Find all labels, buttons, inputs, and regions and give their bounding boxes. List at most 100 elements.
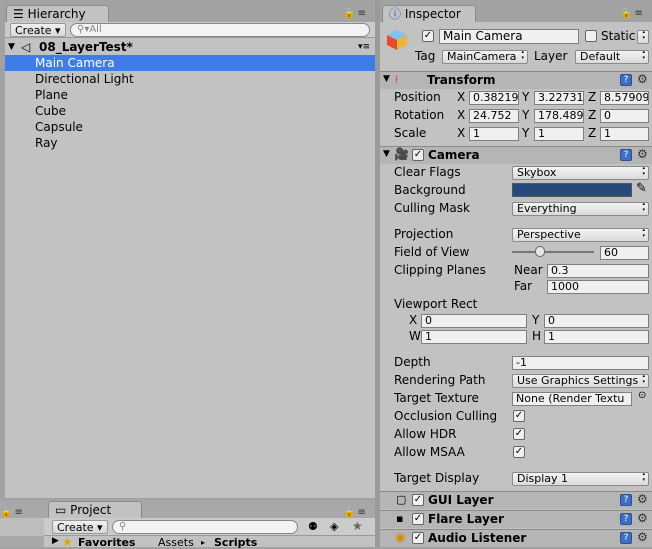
scale-z-field[interactable]: 1 bbox=[600, 127, 649, 141]
layer-dropdown[interactable]: Default bbox=[575, 50, 649, 64]
gameobject-cube-icon[interactable] bbox=[385, 28, 409, 52]
flare-layer-header[interactable]: ▪ ✓ Flare Layer ? ⚙ bbox=[380, 510, 652, 528]
scale-y-label[interactable]: Y bbox=[522, 125, 529, 141]
rotation-z-label[interactable]: Z bbox=[588, 107, 596, 123]
position-z-field[interactable]: 8.57909 bbox=[600, 91, 649, 105]
projection-dropdown[interactable]: Perspective bbox=[512, 228, 649, 242]
hierarchy-item-cube[interactable]: Cube bbox=[5, 103, 66, 119]
hierarchy-item-plane[interactable]: Plane bbox=[5, 87, 68, 103]
triangle-down-icon[interactable]: ▼ bbox=[8, 39, 15, 55]
near-label[interactable]: Near bbox=[514, 262, 543, 278]
audio-listener-header[interactable]: ◉ ✓ Audio Listener ? ⚙ bbox=[380, 529, 652, 547]
target-display-dropdown[interactable]: Display 1 bbox=[512, 472, 649, 486]
viewport-h-label[interactable]: H bbox=[532, 328, 541, 344]
far-label[interactable]: Far bbox=[514, 278, 532, 294]
background-color-field[interactable] bbox=[512, 183, 632, 197]
inspector-lock-menu-icon[interactable]: 🔒≡ bbox=[620, 8, 645, 19]
camera-header[interactable]: ▼ 🎥 ✓ Camera ? ⚙ bbox=[380, 146, 652, 164]
hierarchy-item-ray[interactable]: Ray bbox=[5, 135, 58, 151]
gameobject-name-input[interactable]: Main Camera bbox=[439, 29, 579, 44]
position-x-label[interactable]: X bbox=[457, 89, 465, 105]
viewport-y-field[interactable]: 0 bbox=[544, 314, 649, 328]
tab-hierarchy[interactable]: ☰ Hierarchy bbox=[6, 5, 109, 23]
help-icon[interactable]: ? bbox=[620, 513, 632, 525]
favorites-label[interactable]: Favorites bbox=[78, 536, 135, 549]
help-icon[interactable]: ? bbox=[620, 494, 632, 506]
audio-listener-checkbox[interactable]: ✓ bbox=[412, 532, 424, 544]
breadcrumb-assets[interactable]: Assets bbox=[158, 536, 194, 549]
hierarchy-item-capsule[interactable]: Capsule bbox=[5, 119, 83, 135]
project-search-input[interactable]: ⚲ bbox=[112, 520, 298, 534]
viewport-x-label[interactable]: X bbox=[409, 312, 417, 328]
viewport-x-field[interactable]: 0 bbox=[421, 314, 527, 328]
gui-layer-checkbox[interactable]: ✓ bbox=[412, 494, 424, 506]
transform-header[interactable]: ▼ ⟊ Transform ? ⚙ bbox=[380, 71, 652, 89]
rotation-y-field[interactable]: 178.489 bbox=[534, 109, 584, 123]
object-picker-icon[interactable]: ⊙ bbox=[638, 390, 646, 401]
culling-mask-dropdown[interactable]: Everything bbox=[512, 202, 649, 216]
triangle-right-icon[interactable]: ▶ bbox=[52, 536, 59, 546]
hierarchy-create-button[interactable]: Create ▾ bbox=[10, 23, 66, 37]
rotation-x-field[interactable]: 24.752 bbox=[469, 109, 519, 123]
scale-y-field[interactable]: 1 bbox=[534, 127, 584, 141]
fov-slider-track[interactable] bbox=[512, 251, 594, 253]
help-icon[interactable]: ? bbox=[620, 149, 632, 161]
rotation-y-label[interactable]: Y bbox=[522, 107, 529, 123]
project-create-button[interactable]: Create ▾ bbox=[52, 520, 108, 534]
allow-hdr-checkbox[interactable]: ✓ bbox=[513, 428, 525, 440]
camera-enabled-checkbox[interactable]: ✓ bbox=[412, 149, 424, 161]
hierarchy-item-directional-light[interactable]: Directional Light bbox=[5, 71, 134, 87]
position-y-label[interactable]: Y bbox=[522, 89, 529, 105]
tab-project[interactable]: ▭ Project bbox=[48, 501, 142, 519]
fov-field[interactable]: 60 bbox=[600, 246, 649, 260]
triangle-down-icon[interactable]: ▼ bbox=[383, 74, 390, 84]
favorites-star-icon[interactable]: ★ bbox=[352, 519, 363, 533]
tag-dropdown[interactable]: MainCamera bbox=[442, 50, 528, 64]
rendering-path-dropdown[interactable]: Use Graphics Settings bbox=[512, 374, 649, 388]
eyedropper-icon[interactable]: ✎ bbox=[636, 181, 647, 196]
scale-x-field[interactable]: 1 bbox=[469, 127, 519, 141]
filter-by-type-icon[interactable]: ⚉ bbox=[308, 520, 318, 533]
gear-icon[interactable]: ⚙ bbox=[637, 492, 648, 506]
breadcrumb-scripts[interactable]: Scripts bbox=[214, 536, 257, 549]
static-checkbox[interactable] bbox=[585, 30, 597, 42]
rotation-z-field[interactable]: 0 bbox=[600, 109, 649, 123]
panel-lock-menu-icon[interactable]: 🔒≡ bbox=[343, 8, 368, 19]
gear-icon[interactable]: ⚙ bbox=[637, 147, 648, 161]
gameobject-active-checkbox[interactable]: ✓ bbox=[422, 30, 434, 42]
scene-row[interactable]: ▼ ◁ 08_LayerTest* ▾≡ bbox=[5, 39, 375, 55]
scale-z-label[interactable]: Z bbox=[588, 125, 596, 141]
viewport-y-label[interactable]: Y bbox=[532, 312, 539, 328]
viewport-w-label[interactable]: W bbox=[409, 328, 421, 344]
filter-by-label-icon[interactable]: ◈ bbox=[330, 520, 338, 533]
triangle-down-icon[interactable]: ▼ bbox=[383, 149, 390, 159]
position-y-field[interactable]: 3.22731 bbox=[534, 91, 584, 105]
occlusion-culling-checkbox[interactable]: ✓ bbox=[513, 410, 525, 422]
static-dropdown[interactable] bbox=[637, 30, 649, 44]
allow-msaa-checkbox[interactable]: ✓ bbox=[513, 446, 525, 458]
near-field[interactable]: 0.3 bbox=[547, 264, 649, 278]
rotation-x-label[interactable]: X bbox=[457, 107, 465, 123]
far-field[interactable]: 1000 bbox=[547, 280, 649, 294]
gear-icon[interactable]: ⚙ bbox=[637, 530, 648, 544]
help-icon[interactable]: ? bbox=[620, 74, 632, 86]
gear-icon[interactable]: ⚙ bbox=[637, 72, 648, 86]
viewport-w-field[interactable]: 1 bbox=[421, 330, 527, 344]
target-texture-field[interactable]: None (Render Textu bbox=[512, 392, 632, 406]
flare-layer-checkbox[interactable]: ✓ bbox=[412, 513, 424, 525]
depth-field[interactable]: -1 bbox=[512, 356, 649, 370]
hierarchy-item-main-camera[interactable]: Main Camera bbox=[5, 55, 375, 71]
fov-slider-thumb[interactable] bbox=[534, 246, 545, 257]
gui-layer-header[interactable]: ▢ ✓ GUI Layer ? ⚙ bbox=[380, 491, 652, 509]
position-z-label[interactable]: Z bbox=[588, 89, 596, 105]
clear-flags-dropdown[interactable]: Skybox bbox=[512, 166, 649, 180]
hierarchy-search-input[interactable]: ⚲▾All bbox=[70, 23, 370, 37]
help-icon[interactable]: ? bbox=[620, 532, 632, 544]
viewport-h-field[interactable]: 1 bbox=[544, 330, 649, 344]
gear-icon[interactable]: ⚙ bbox=[637, 511, 648, 525]
project-lock-menu-icon[interactable]: 🔒≡ bbox=[343, 507, 368, 518]
position-x-field[interactable]: 0.38219 bbox=[469, 91, 519, 105]
scale-x-label[interactable]: X bbox=[457, 125, 465, 141]
scene-menu-icon[interactable]: ▾≡ bbox=[358, 39, 370, 55]
left-panel-lock-icon[interactable]: 🔒≡ bbox=[0, 507, 25, 518]
